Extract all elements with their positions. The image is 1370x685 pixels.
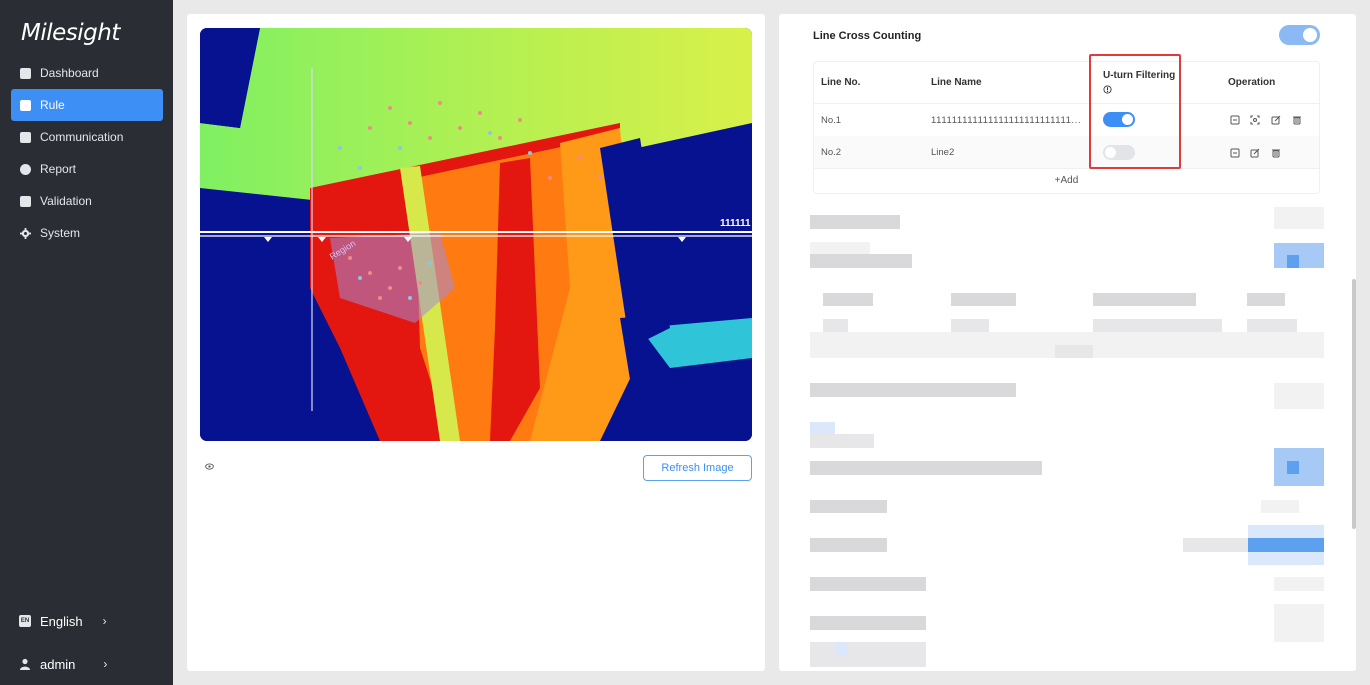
scrollbar[interactable] [1352,279,1356,529]
row-background [814,136,1319,168]
sidebar-item-dashboard[interactable]: Dashboard [11,57,163,89]
sidebar-item-label: Rule [40,98,65,112]
refresh-image-button[interactable]: Refresh Image [643,455,752,481]
sidebar-item-communication[interactable]: Communication [11,121,163,153]
line-no: No.1 [821,115,842,126]
language-icon: EN [19,615,31,627]
sidebar-item-label: System [40,226,81,240]
line-name: Line2 [931,147,955,158]
column-header-line-no: Line No. [821,77,861,88]
add-line-button[interactable]: +Add [814,175,1319,186]
sidebar: Milesight Dashboard Rule Communication R… [0,0,173,685]
user-label: admin [40,656,76,672]
collapse-icon[interactable] [1230,148,1240,158]
user-icon [20,658,30,670]
line-cross-title: Line Cross Counting [813,30,922,42]
collapse-icon[interactable] [1230,115,1240,125]
sidebar-item-report[interactable]: Report [11,153,163,185]
toggle-knob [1303,28,1317,42]
dashboard-icon [20,67,31,79]
line-label: 111111 [720,218,751,229]
column-header-operation: Operation [1228,77,1276,88]
sidebar-item-system[interactable]: System [11,217,163,249]
brand-logo: Milesight [21,20,120,46]
validation-icon [20,195,31,207]
chevron-right-icon: › [103,657,108,671]
sidebar-item-validation[interactable]: Validation [11,185,163,217]
language-label: English [40,613,83,629]
line-cross-toggle[interactable] [1279,25,1320,45]
row-divider [814,168,1319,169]
communication-icon [20,131,31,143]
rule-icon [20,99,31,111]
line-table: Line No. Line Name U-turn Filtering Oper… [813,61,1320,194]
row-divider [814,103,1319,104]
preview-panel: 111111 Region Refresh Image [187,14,765,671]
gear-icon [20,227,31,239]
column-header-line-name: Line Name [931,77,982,88]
line-no: No.2 [821,147,842,158]
sidebar-item-label: Validation [40,194,92,208]
eye-icon[interactable] [205,463,214,470]
draw-region-icon[interactable] [1250,115,1260,125]
sidebar-item-rule[interactable]: Rule [11,89,163,121]
delete-icon[interactable] [1271,148,1281,158]
sidebar-item-label: Dashboard [40,66,99,80]
line-name: 111111111111111111111111111... [931,115,1082,126]
sidebar-nav: Dashboard Rule Communication Report Vali… [11,57,163,249]
user-menu[interactable]: admin › [11,650,163,678]
edit-icon[interactable] [1271,115,1281,125]
report-icon [20,163,31,175]
thermal-preview-image[interactable]: 111111 Region [200,28,752,441]
edit-icon[interactable] [1250,148,1260,158]
delete-icon[interactable] [1292,115,1302,125]
u-turn-highlight-box [1089,54,1181,169]
language-selector[interactable]: EN English › [11,607,163,635]
sidebar-item-label: Report [40,162,77,176]
settings-panel: Line Cross Counting Line No. Line Name U… [779,14,1356,671]
sidebar-item-label: Communication [40,130,124,144]
chevron-right-icon: › [102,614,107,628]
